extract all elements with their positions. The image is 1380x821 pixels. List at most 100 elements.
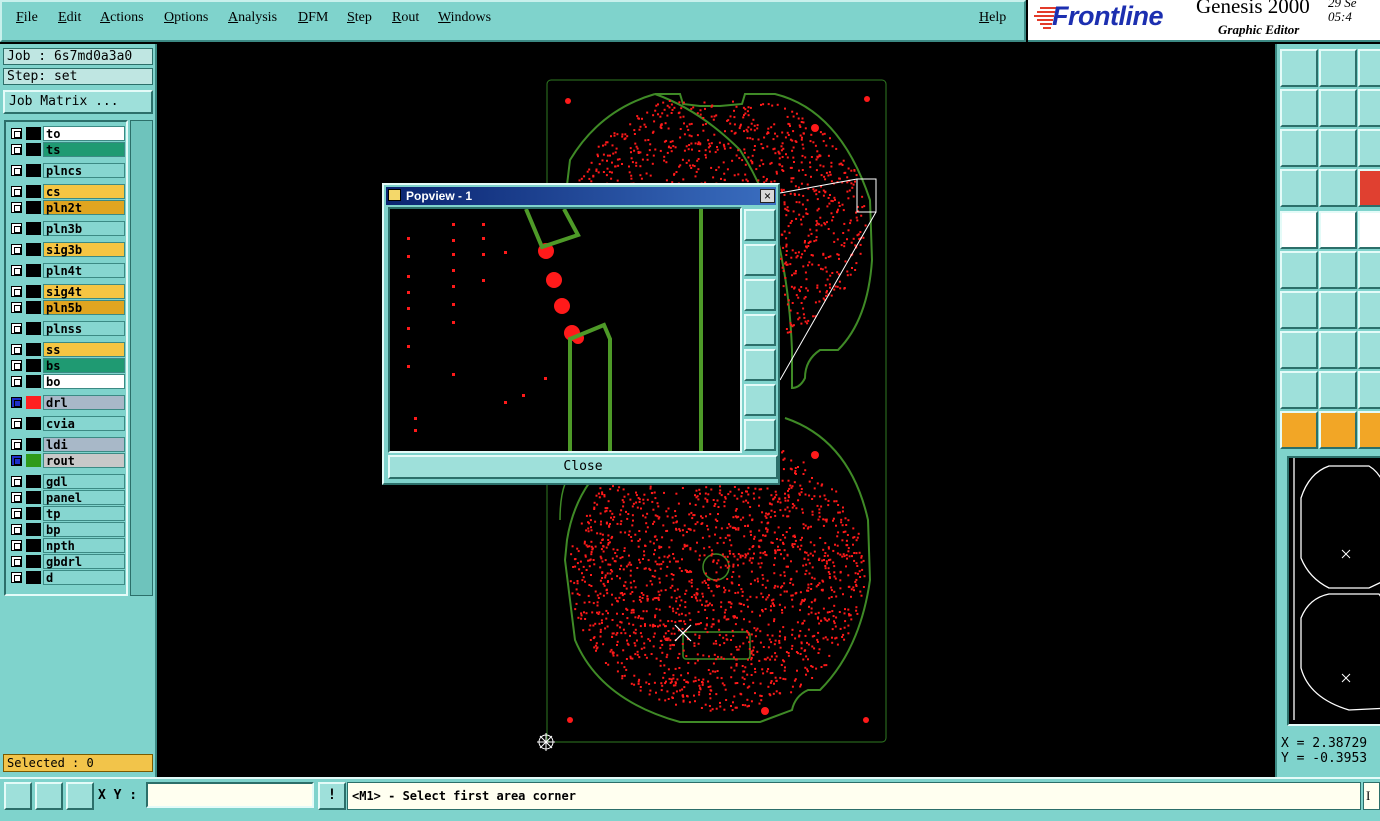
layer-checkbox[interactable] — [11, 360, 22, 371]
layer-row-bs[interactable]: bs — [8, 358, 126, 373]
layer-name[interactable]: gbdrl — [43, 554, 125, 569]
layer-row-bo[interactable]: bo — [8, 374, 126, 389]
layer-checkbox[interactable] — [11, 302, 22, 313]
menu-edit[interactable]: Edit — [58, 10, 81, 26]
layer-checkbox[interactable] — [11, 572, 22, 583]
layer-name[interactable]: ss — [43, 342, 125, 357]
layer-checkbox[interactable] — [11, 439, 22, 450]
layer-name[interactable]: rout — [43, 453, 125, 468]
layer-name[interactable]: npth — [43, 538, 125, 553]
layer-name[interactable]: plncs — [43, 163, 125, 178]
layer-row-plncs[interactable]: plncs — [8, 163, 126, 178]
layer-name[interactable]: sig3b — [43, 242, 125, 257]
layer-name[interactable]: pln5b — [43, 300, 125, 315]
pan-left-tool-icon[interactable] — [1280, 89, 1318, 127]
pan-right-icon[interactable] — [744, 349, 776, 381]
layer-row-pln2t[interactable]: pln2t — [8, 200, 126, 215]
layer-color-swatch[interactable] — [26, 417, 41, 430]
triangle-tool-icon[interactable] — [1280, 371, 1318, 409]
menu-file[interactable]: File — [16, 10, 38, 26]
popview-close-button[interactable]: Close — [388, 455, 778, 479]
layer-row-bp[interactable]: bp — [8, 522, 126, 537]
menu-options[interactable]: Options — [164, 10, 208, 26]
pointer-icon[interactable] — [1280, 411, 1318, 449]
layer-checkbox[interactable] — [11, 323, 22, 334]
layer-row-d[interactable]: d — [8, 570, 126, 585]
zoom-up-icon[interactable] — [1280, 49, 1318, 87]
menu-rout[interactable]: Rout — [392, 10, 419, 26]
popview-graphics[interactable] — [390, 209, 740, 451]
zoom-diagonal-icon[interactable] — [35, 782, 63, 810]
menu-help[interactable]: Help — [979, 10, 1006, 26]
layer-row-gdl[interactable]: gdl — [8, 474, 126, 489]
layer-checkbox[interactable] — [11, 376, 22, 387]
layer-row-gbdrl[interactable]: gbdrl — [8, 554, 126, 569]
layer-color-swatch[interactable] — [26, 539, 41, 552]
layer-color-swatch[interactable] — [26, 375, 41, 388]
layer-name[interactable]: to — [43, 126, 125, 141]
pan-extra-icon[interactable] — [1358, 89, 1380, 127]
pointer-select-icon[interactable] — [1319, 411, 1357, 449]
layer-checkbox[interactable] — [11, 455, 22, 466]
zoom-area-icon[interactable] — [4, 782, 32, 810]
layer-color-swatch[interactable] — [26, 454, 41, 467]
layer-color-swatch[interactable] — [26, 396, 41, 409]
layer-name[interactable]: sig4t — [43, 284, 125, 299]
zoom-down-icon[interactable] — [1319, 49, 1357, 87]
layer-checkbox[interactable] — [11, 186, 22, 197]
zoom-home-icon[interactable] — [744, 419, 776, 451]
layer-color-swatch[interactable] — [26, 555, 41, 568]
slash-tool-icon[interactable] — [1319, 291, 1357, 329]
layer-row-to[interactable]: to — [8, 126, 126, 141]
layer-color-swatch[interactable] — [26, 523, 41, 536]
layer-name[interactable]: pln4t — [43, 263, 125, 278]
layer-name[interactable]: panel — [43, 490, 125, 505]
layer-name[interactable]: cs — [43, 184, 125, 199]
snap-icon[interactable] — [1358, 169, 1380, 207]
layer-name[interactable]: plnss — [43, 321, 125, 336]
layer-color-swatch[interactable] — [26, 164, 41, 177]
overview-map[interactable] — [1287, 456, 1380, 726]
connect-nodes-icon[interactable] — [1280, 251, 1318, 289]
pan-up-icon[interactable] — [744, 244, 776, 276]
menu-actions[interactable]: Actions — [100, 10, 144, 26]
layer-checkbox[interactable] — [11, 286, 22, 297]
node-link-icon[interactable] — [1358, 251, 1380, 289]
pan-left-icon[interactable] — [744, 314, 776, 346]
layer-color-swatch[interactable] — [26, 322, 41, 335]
job-matrix-button[interactable]: Job Matrix ... — [3, 90, 153, 114]
layer-name[interactable]: bs — [43, 358, 125, 373]
layer-checkbox[interactable] — [11, 492, 22, 503]
layer-row-tp[interactable]: tp — [8, 506, 126, 521]
draw-line-icon[interactable] — [1319, 211, 1357, 249]
layer-color-swatch[interactable] — [26, 359, 41, 372]
layer-checkbox[interactable] — [11, 476, 22, 487]
layer-checkbox[interactable] — [11, 265, 22, 276]
layer-color-swatch[interactable] — [26, 491, 41, 504]
layer-name[interactable]: cvia — [43, 416, 125, 431]
dimension-icon[interactable] — [1358, 331, 1380, 369]
pointer-alt-icon[interactable] — [1358, 411, 1380, 449]
layer-name[interactable]: d — [43, 570, 125, 585]
layer-row-plnss[interactable]: plnss — [8, 321, 126, 336]
layer-color-swatch[interactable] — [26, 185, 41, 198]
layer-name[interactable]: gdl — [43, 474, 125, 489]
layer-checkbox[interactable] — [11, 128, 22, 139]
menu-analysis[interactable]: Analysis — [228, 10, 277, 26]
layer-row-drl[interactable]: drl — [8, 395, 126, 410]
layer-name[interactable]: bp — [43, 522, 125, 537]
layer-checkbox[interactable] — [11, 144, 22, 155]
layer-name[interactable]: pln3b — [43, 221, 125, 236]
layer-color-swatch[interactable] — [26, 507, 41, 520]
layer-checkbox[interactable] — [11, 165, 22, 176]
measure-tool-icon[interactable] — [1280, 169, 1318, 207]
layer-checkbox[interactable] — [11, 418, 22, 429]
warning-icon[interactable]: ! — [318, 782, 346, 810]
layer-row-sig4t[interactable]: sig4t — [8, 284, 126, 299]
layer-checkbox[interactable] — [11, 202, 22, 213]
home-icon[interactable] — [1358, 49, 1380, 87]
layer-name[interactable]: ldi — [43, 437, 125, 452]
layer-name[interactable]: drl — [43, 395, 125, 410]
layer-row-ts[interactable]: ts — [8, 142, 126, 157]
arrow-tool-icon[interactable] — [1358, 291, 1380, 329]
